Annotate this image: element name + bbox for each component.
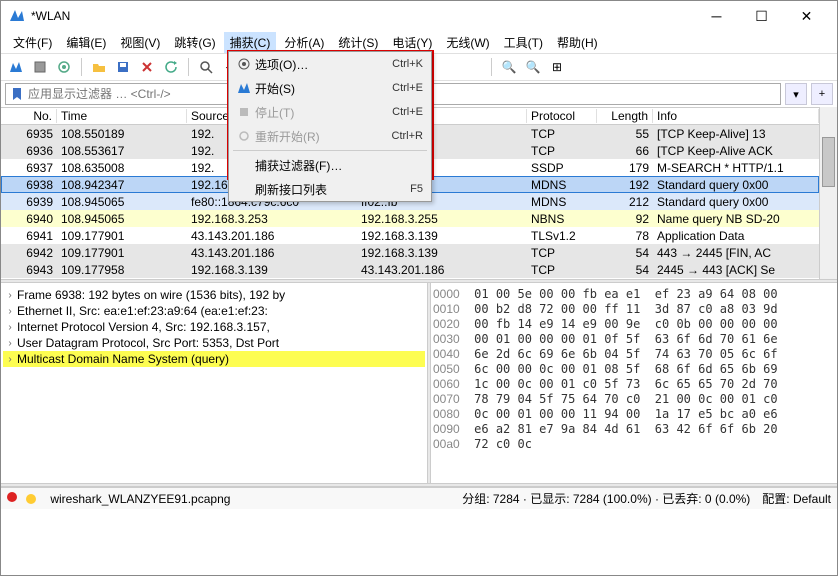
zoom-in-icon[interactable]: 🔍 (498, 56, 520, 78)
open-file-icon[interactable] (88, 56, 110, 78)
menu-5[interactable]: 分析(A) (278, 32, 330, 53)
column-header[interactable]: Length (597, 109, 653, 123)
menu-1[interactable]: 编辑(E) (60, 32, 112, 53)
tree-item[interactable]: ›Internet Protocol Version 4, Src: 192.1… (3, 319, 425, 335)
menu-item: 停止(T)Ctrl+E (229, 100, 431, 124)
capture-indicator-icon (7, 492, 17, 502)
expert-info-icon[interactable] (24, 492, 38, 506)
save-file-icon[interactable] (112, 56, 134, 78)
menu-3[interactable]: 跳转(G) (168, 32, 221, 53)
hex-view[interactable]: 0000 01 00 5e 00 00 fb ea e1 ef 23 a9 64… (431, 283, 837, 483)
restart-capture-icon[interactable] (53, 56, 75, 78)
stop-capture-icon[interactable] (29, 56, 51, 78)
menu-6[interactable]: 统计(S) (332, 32, 384, 53)
start-capture-icon[interactable] (5, 56, 27, 78)
column-header[interactable]: No. (1, 109, 57, 123)
menu-item[interactable]: 刷新接口列表F5 (229, 177, 431, 201)
tree-item[interactable]: ›Multicast Domain Name System (query) (3, 351, 425, 367)
filter-add-button[interactable]: + (811, 83, 833, 105)
details-pane: ›Frame 6938: 192 bytes on wire (1536 bit… (1, 283, 837, 483)
app-icon (9, 8, 25, 24)
tree-item[interactable]: ›Ethernet II, Src: ea:e1:ef:23:a9:64 (ea… (3, 303, 425, 319)
column-header[interactable]: Info (653, 109, 819, 123)
minimize-button[interactable]: ─ (694, 2, 739, 30)
filter-expression-button[interactable]: ▾ (785, 83, 807, 105)
window-titlebar: *WLAN ─ ☐ ✕ (1, 1, 837, 31)
menu-8[interactable]: 无线(W) (440, 32, 495, 53)
packet-row[interactable]: 6940108.945065192.168.3.253192.168.3.255… (1, 210, 819, 227)
maximize-button[interactable]: ☐ (739, 2, 784, 30)
menu-10[interactable]: 帮助(H) (551, 32, 604, 53)
menu-7[interactable]: 电话(Y) (386, 32, 438, 53)
status-bar: wireshark_WLANZYEE91.pcapng 分组: 7284 · 已… (1, 487, 837, 509)
menu-item[interactable]: 开始(S)Ctrl+E (229, 76, 431, 100)
close-file-icon[interactable] (136, 56, 158, 78)
status-profile[interactable]: 配置: Default (762, 490, 831, 507)
packet-tree[interactable]: ›Frame 6938: 192 bytes on wire (1536 bit… (1, 283, 427, 483)
capture-dropdown-menu: 选项(O)…Ctrl+K开始(S)Ctrl+E停止(T)Ctrl+E重新开始(R… (228, 51, 432, 202)
packet-row[interactable]: 6941109.17790143.143.201.186192.168.3.13… (1, 227, 819, 244)
status-packets: 分组: 7284 · 已显示: 7284 (100.0%) · 已丢弃: 0 (… (462, 490, 750, 507)
zoom-reset-icon[interactable]: ⊞ (546, 56, 568, 78)
tree-item[interactable]: ›Frame 6938: 192 bytes on wire (1536 bit… (3, 287, 425, 303)
menu-0[interactable]: 文件(F) (7, 32, 58, 53)
menu-item: 重新开始(R)Ctrl+R (229, 124, 431, 148)
menu-4[interactable]: 捕获(C) (224, 32, 277, 53)
bookmark-icon (10, 87, 24, 101)
column-header[interactable]: Protocol (527, 109, 597, 123)
packet-list-scrollbar[interactable] (819, 107, 837, 279)
menu-item[interactable]: 选项(O)…Ctrl+K (229, 52, 431, 76)
reload-icon[interactable] (160, 56, 182, 78)
tree-item[interactable]: ›User Datagram Protocol, Src Port: 5353,… (3, 335, 425, 351)
close-button[interactable]: ✕ (784, 2, 829, 30)
packet-row[interactable]: 6943109.177958192.168.3.13943.143.201.18… (1, 261, 819, 278)
zoom-out-icon[interactable]: 🔍 (522, 56, 544, 78)
packet-row[interactable]: 6942109.17790143.143.201.186192.168.3.13… (1, 244, 819, 261)
window-title: *WLAN (31, 9, 694, 23)
menu-item[interactable]: 捕获过滤器(F)… (229, 153, 431, 177)
menu-9[interactable]: 工具(T) (498, 32, 549, 53)
menu-2[interactable]: 视图(V) (114, 32, 166, 53)
status-filename: wireshark_WLANZYEE91.pcapng (50, 492, 230, 506)
menubar: 文件(F)编辑(E)视图(V)跳转(G)捕获(C)分析(A)统计(S)电话(Y)… (1, 31, 837, 53)
column-header[interactable]: Time (57, 109, 187, 123)
find-icon[interactable] (195, 56, 217, 78)
